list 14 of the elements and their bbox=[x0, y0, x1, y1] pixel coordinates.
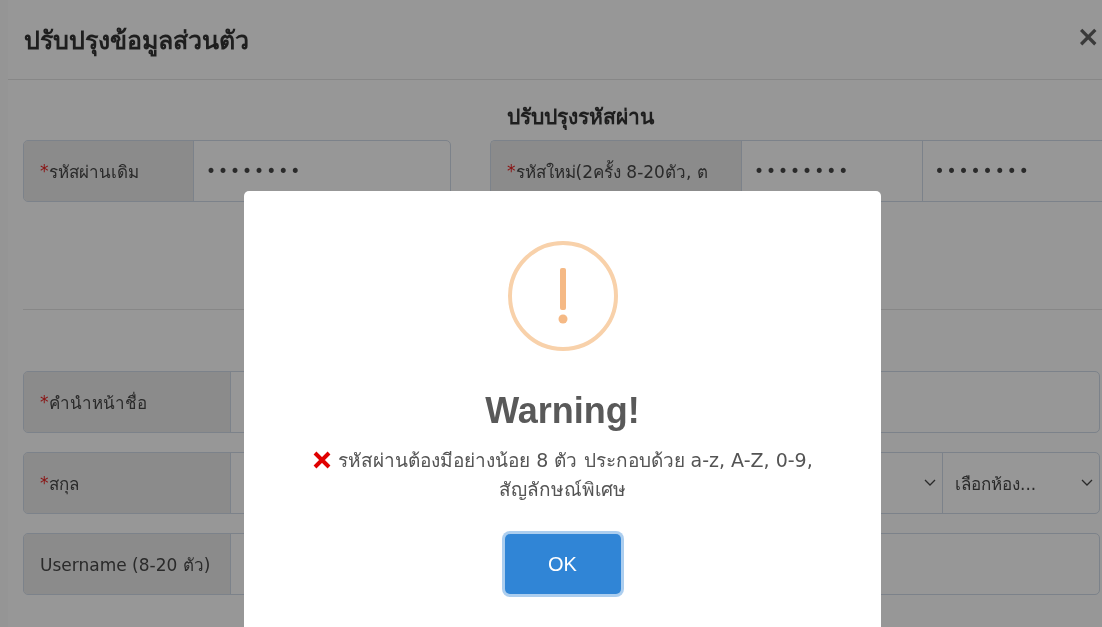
dialog-title: Warning! bbox=[485, 390, 640, 432]
cross-icon bbox=[312, 450, 333, 470]
select-field[interactable]: เลือกห้อง... bbox=[942, 453, 1099, 513]
caret-icon bbox=[924, 479, 936, 487]
caret-icon bbox=[1081, 479, 1093, 487]
field-label: *สกุล bbox=[24, 453, 231, 513]
section-heading: ปรับปรุงรหัสผ่าน bbox=[506, 104, 656, 132]
warning-icon bbox=[506, 240, 619, 352]
close-button[interactable]: × bbox=[1074, 20, 1102, 59]
modal-title: ปรับปรุงข้อมูลส่วนตัว bbox=[24, 24, 249, 59]
field-label: Username (8-20 ตัว) bbox=[24, 534, 231, 594]
ok-button[interactable]: OK bbox=[504, 534, 621, 594]
error-message: รหัสผ่านต้องมีอย่างน้อย 8 ตัว ประกอบด้วย a-z, A-Z, 0-9, สัญลักษณ์พิเศษ bbox=[282, 446, 843, 504]
field-label: *คำนำหน้าชื่อ bbox=[24, 372, 231, 432]
